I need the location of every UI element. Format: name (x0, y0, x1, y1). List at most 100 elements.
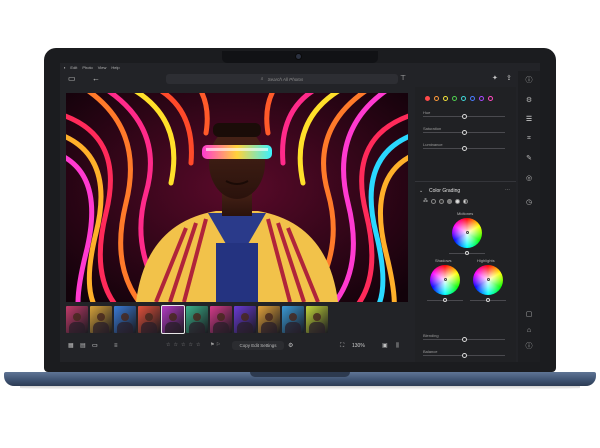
balance-knob[interactable] (461, 352, 467, 358)
luminance-label: Luminance (423, 142, 443, 147)
top-toolbar: ▭ ← ⌕ Search All Photos ⊤ ✦ ⇪ (60, 71, 540, 87)
keyword-icon[interactable]: ⌂ (524, 327, 534, 334)
library-panel-icon[interactable]: ▭ (68, 75, 76, 83)
detail-view-icon[interactable]: ▭ (92, 343, 98, 349)
star-rating[interactable]: ☆ ☆ ☆ ☆ ☆ (166, 342, 200, 348)
comment-icon[interactable]: ▢ (524, 311, 534, 318)
star-icon[interactable]: ☆ (188, 342, 192, 348)
filmstrip-thumb-selected[interactable] (161, 305, 185, 334)
color-swatch[interactable] (434, 96, 439, 101)
shadows-mode-icon[interactable] (439, 199, 444, 204)
app-window: ▪ Edit Photo View Help ▭ ← ⌕ Search All … (60, 63, 540, 362)
healing-brush-icon[interactable]: ✎ (524, 155, 534, 162)
color-swatch[interactable] (443, 96, 448, 101)
filmstrip-thumb[interactable] (210, 306, 232, 333)
split-view-icon[interactable]: ⫼ (396, 343, 399, 349)
three-way-icon[interactable]: ⁂ (423, 199, 428, 204)
saturation-slider[interactable]: Saturation (423, 126, 511, 136)
blending-slider[interactable]: Blending (423, 333, 511, 343)
flag-icon[interactable]: ⚑ ⚐ (210, 342, 220, 348)
shadows-label: Shadows (435, 258, 452, 263)
more-options-icon[interactable]: ⋯ (505, 187, 510, 193)
tool-strip: ⓘ ⚙ ☰ ⌗ ✎ ◎ ◷ ▢ ⌂ ⓘ (518, 71, 540, 362)
highlights-wheel-handle[interactable] (487, 278, 490, 281)
midtones-label: Midtones (457, 211, 474, 216)
blending-label: Blending (423, 333, 439, 338)
highlights-luminance-knob[interactable] (486, 298, 490, 302)
color-grading-title[interactable]: Color Grading (429, 188, 460, 194)
filter-icon[interactable]: ⊤ (400, 75, 406, 83)
color-grading-mode-icons: ⁂ (423, 199, 468, 204)
luminance-slider[interactable]: Luminance (423, 142, 511, 152)
luminance-knob[interactable] (461, 145, 467, 151)
menu-help[interactable]: Help (111, 65, 119, 70)
saturation-knob[interactable] (461, 129, 467, 135)
star-icon[interactable]: ☆ (196, 342, 200, 348)
color-swatch[interactable] (479, 96, 484, 101)
midtones-wheel-handle[interactable] (466, 231, 469, 234)
fit-icon[interactable]: ⛶ (340, 343, 344, 349)
history-icon[interactable]: ◷ (524, 199, 534, 206)
balance-slider[interactable]: Balance (423, 349, 511, 359)
settings-gear-icon[interactable]: ⚙ (288, 343, 293, 349)
auto-icon[interactable]: ⚙ (524, 97, 534, 104)
compare-icon[interactable]: ▣ (382, 343, 388, 349)
menu-view[interactable]: View (98, 65, 107, 70)
sort-icon[interactable]: ≡ (114, 343, 118, 349)
search-input[interactable]: Search All Photos (268, 77, 304, 82)
edit-panel: Hue Saturation Luminance ⌄ Color Grading… (415, 87, 516, 362)
filmstrip-thumb[interactable] (306, 306, 328, 333)
color-swatch[interactable] (461, 96, 466, 101)
blending-knob[interactable] (461, 336, 467, 342)
square-grid-icon[interactable]: ▤ (80, 343, 86, 349)
shadows-wheel-handle[interactable] (444, 278, 447, 281)
half-mode-icon[interactable] (463, 199, 468, 204)
back-arrow-icon[interactable]: ← (92, 75, 100, 83)
chevron-down-icon[interactable]: ⌄ (419, 188, 423, 194)
filmstrip-thumb[interactable] (258, 306, 280, 333)
star-icon[interactable]: ☆ (166, 342, 170, 348)
search-icon: ⌕ (260, 76, 264, 82)
filmstrip-thumb[interactable] (138, 306, 160, 333)
help-icon[interactable]: ✦ (492, 75, 498, 83)
filmstrip-thumb[interactable] (90, 306, 112, 333)
menu-edit[interactable]: Edit (70, 65, 77, 70)
filmstrip-thumb[interactable] (66, 306, 88, 333)
highlights-mode-icon[interactable] (455, 199, 460, 204)
grid-view-icon[interactable]: ▦ (68, 343, 74, 349)
midtones-mode-icon[interactable] (447, 199, 452, 204)
balance-label: Balance (423, 349, 438, 354)
star-icon[interactable]: ☆ (181, 342, 185, 348)
crop-icon[interactable]: ⌗ (524, 135, 534, 142)
masking-icon[interactable]: ◎ (524, 175, 534, 182)
zoom-level[interactable]: 130% (352, 343, 365, 349)
hue-slider[interactable]: Hue (423, 110, 511, 120)
midtones-luminance-knob[interactable] (465, 251, 469, 255)
share-icon[interactable]: ⇪ (506, 75, 512, 83)
copy-edit-settings-button[interactable]: Copy Edit Settings (232, 341, 284, 350)
menu-photo[interactable]: Photo (82, 65, 92, 70)
global-mode-icon[interactable] (431, 199, 436, 204)
star-icon[interactable]: ☆ (173, 342, 177, 348)
color-swatch[interactable] (470, 96, 475, 101)
shadows-luminance-knob[interactable] (443, 298, 447, 302)
saturation-label: Saturation (423, 126, 442, 131)
search-bar[interactable]: ⌕ Search All Photos (166, 74, 398, 84)
filmstrip (66, 305, 408, 334)
menu-bar: ▪ Edit Photo View Help (60, 63, 540, 71)
portrait-photo (66, 93, 408, 302)
color-swatch[interactable] (488, 96, 493, 101)
info-icon[interactable]: ⓘ (524, 77, 534, 84)
filmstrip-thumb[interactable] (114, 306, 136, 333)
filmstrip-thumb[interactable] (234, 306, 256, 333)
color-swatch[interactable] (425, 96, 430, 101)
info-panel-icon[interactable]: ⓘ (524, 343, 534, 350)
edit-sliders-icon[interactable]: ☰ (524, 116, 534, 123)
filmstrip-thumb[interactable] (282, 306, 304, 333)
copy-edit-settings-label: Copy Edit Settings (239, 343, 277, 348)
app-logo-icon[interactable]: ▪ (64, 65, 65, 70)
filmstrip-thumb[interactable] (186, 306, 208, 333)
color-swatch[interactable] (452, 96, 457, 101)
photo-preview[interactable] (66, 93, 408, 302)
hue-knob[interactable] (461, 113, 467, 119)
